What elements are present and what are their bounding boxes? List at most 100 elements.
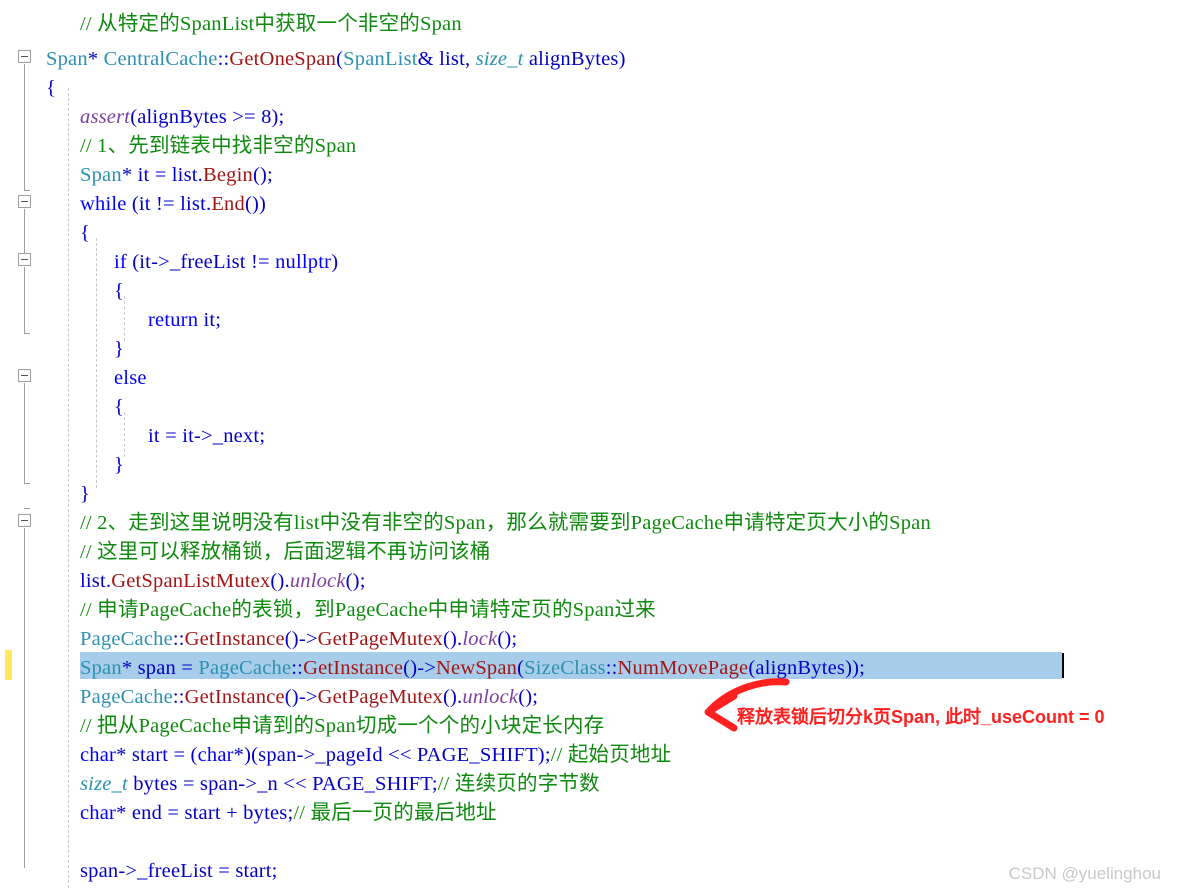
code-token: list.: [80, 570, 112, 592]
code-line[interactable]: }: [80, 480, 90, 509]
code-token: NewSpan: [436, 657, 518, 679]
code-token: size_t: [475, 48, 524, 70]
code-token: {: [114, 280, 125, 302]
code-line[interactable]: while (it != list.End()): [80, 190, 266, 219]
code-line[interactable]: PageCache::GetInstance()->GetPageMutex()…: [80, 683, 538, 712]
code-token: * it = list.: [121, 164, 203, 186]
code-token: ()->: [284, 628, 318, 650]
code-token: ()->: [284, 686, 318, 708]
code-line[interactable]: span->_freeList = start;: [80, 857, 278, 886]
code-token: * start = (: [116, 744, 198, 766]
watermark: CSDN @yuelinghou: [1008, 864, 1161, 883]
code-token: while: [80, 193, 127, 215]
code-token: SpanList: [343, 48, 418, 70]
code-token: GetSpanListMutex: [111, 570, 271, 592]
code-line[interactable]: else: [114, 364, 147, 393]
code-token: GetInstance: [184, 686, 285, 708]
code-token: it = it->_next;: [148, 425, 266, 447]
code-line[interactable]: // 这里可以释放桶锁，后面逻辑不再访问该桶: [80, 538, 490, 567]
code-line[interactable]: }: [114, 335, 124, 364]
code-token: alignBytes): [523, 48, 626, 70]
code-text-layer[interactable]: // 从特定的SpanList中获取一个非空的Span Span* Central…: [0, 0, 1177, 892]
code-token: // 把从PageCache申请到的Span切成一个个的小块定长内存: [80, 715, 605, 737]
code-line[interactable]: // 申请PageCache的表锁，到PageCache中申请特定页的Span过…: [80, 596, 656, 625]
code-token: ();: [518, 686, 539, 708]
code-token: End: [211, 193, 245, 215]
code-line[interactable]: assert(alignBytes >= 8);: [80, 103, 284, 132]
code-line[interactable]: list.GetSpanListMutex().unlock();: [80, 567, 366, 596]
code-token: unlock: [289, 570, 346, 592]
code-line[interactable]: {: [114, 277, 124, 306]
code-editor[interactable]: // 从特定的SpanList中获取一个非空的Span Span* Central…: [0, 0, 1177, 892]
code-token: {: [80, 222, 91, 244]
code-token: // 2、走到这里说明没有list中没有非空的Span，那么就需要到PageCa…: [80, 512, 931, 534]
code-line[interactable]: Span* CentralCache::GetOneSpan(SpanList&…: [46, 45, 626, 74]
code-token: (it != list.: [126, 193, 212, 215]
code-token: ();: [497, 628, 518, 650]
code-token: }: [114, 454, 125, 476]
code-line[interactable]: char* end = start + bytes;// 最后一页的最后地址: [80, 799, 497, 828]
code-token: ::: [172, 686, 185, 708]
code-token: ();: [252, 164, 273, 186]
code-token: lock: [462, 628, 498, 650]
code-token: ()->: [403, 657, 437, 679]
code-token: nullptr: [275, 251, 332, 273]
code-token: Span: [46, 48, 88, 70]
code-token: *: [87, 48, 104, 70]
code-line[interactable]: char* start = (char*)(span->_pageId << P…: [80, 741, 671, 770]
code-token: ::: [605, 657, 618, 679]
code-token: Span: [80, 657, 122, 679]
code-line[interactable]: size_t bytes = span->_n << PAGE_SHIFT;//…: [80, 770, 600, 799]
code-token: SizeClass: [524, 657, 606, 679]
code-line[interactable]: Span* span = PageCache::GetInstance()->N…: [80, 654, 865, 683]
code-token: {: [46, 77, 57, 99]
code-token: unlock: [462, 686, 519, 708]
code-token: }: [114, 338, 125, 360]
code-token: PageCache: [198, 657, 292, 679]
code-line[interactable]: }: [114, 451, 124, 480]
code-token: ().: [270, 570, 290, 592]
code-token: (alignBytes));: [748, 657, 866, 679]
code-token: ().: [443, 628, 463, 650]
code-line[interactable]: // 1、先到链表中找非空的Span: [80, 132, 356, 161]
code-token: GetInstance: [303, 657, 404, 679]
code-line[interactable]: return it;: [148, 306, 221, 335]
code-token: NumMovePage: [617, 657, 749, 679]
annotation-text: 释放表锁后切分k页Span, 此时_useCount = 0: [737, 707, 1105, 727]
code-token: span->_freeList = start;: [80, 860, 278, 882]
code-line[interactable]: {: [80, 219, 90, 248]
code-token: PageCache: [80, 686, 173, 708]
code-token: else: [114, 367, 147, 389]
code-line[interactable]: it = it->_next;: [148, 422, 265, 451]
code-line[interactable]: if (it->_freeList != nullptr): [114, 248, 338, 277]
code-token: it;: [198, 309, 222, 331]
code-token: Begin: [202, 164, 253, 186]
code-line[interactable]: // 把从PageCache申请到的Span切成一个个的小块定长内存: [80, 712, 604, 741]
code-token: bytes = span->_n << PAGE_SHIFT;: [127, 773, 438, 795]
code-token: ::: [291, 657, 304, 679]
code-line[interactable]: Span* it = list.Begin();: [80, 161, 273, 190]
code-token: ()): [244, 193, 267, 215]
code-token: // 这里可以释放桶锁，后面逻辑不再访问该桶: [80, 541, 491, 563]
code-token: GetPageMutex: [317, 628, 443, 650]
code-token: * span =: [121, 657, 199, 679]
code-line[interactable]: // 2、走到这里说明没有list中没有非空的Span，那么就需要到PageCa…: [80, 509, 931, 538]
code-token: // 起始页地址: [550, 744, 672, 766]
code-token: Span: [80, 164, 122, 186]
code-token: ::: [172, 628, 185, 650]
code-token: ): [331, 251, 339, 273]
code-token: GetOneSpan: [229, 48, 337, 70]
code-token: // 申请PageCache的表锁，到PageCache中申请特定页的Span过…: [80, 599, 656, 621]
code-line[interactable]: // 从特定的SpanList中获取一个非空的Span: [80, 10, 462, 39]
code-line[interactable]: PageCache::GetInstance()->GetPageMutex()…: [80, 625, 517, 654]
code-token: if: [114, 251, 127, 273]
code-token: char: [197, 744, 234, 766]
code-token: return: [148, 309, 199, 331]
code-line[interactable]: {: [46, 74, 56, 103]
code-token: }: [80, 483, 91, 505]
code-token: * end = start + bytes;: [116, 802, 294, 824]
code-line[interactable]: {: [114, 393, 124, 422]
code-token: {: [114, 396, 125, 418]
code-token: ::: [217, 48, 230, 70]
code-token: (it->_freeList !=: [126, 251, 276, 273]
